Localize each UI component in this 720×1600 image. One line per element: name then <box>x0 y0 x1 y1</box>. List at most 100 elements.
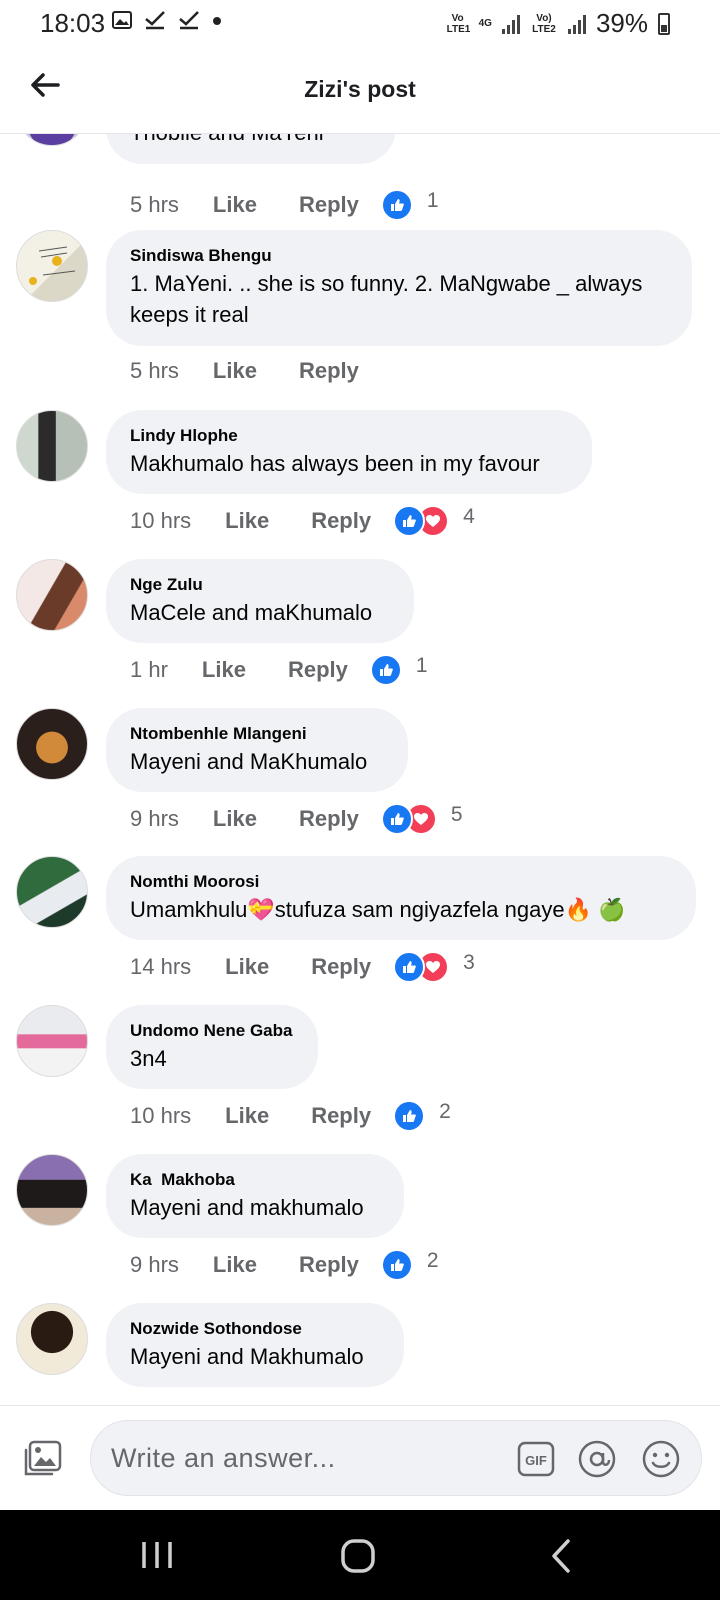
page-title: Zizi's post <box>304 76 416 102</box>
reply-button[interactable]: Reply <box>299 192 359 218</box>
like-button[interactable]: Like <box>213 358 257 384</box>
comment-actions: 14 hrs Like Reply 3 <box>130 951 475 983</box>
avatar[interactable] <box>16 1154 88 1226</box>
reaction-count: 5 <box>450 803 463 826</box>
status-time: 18:03 <box>40 8 106 38</box>
gif-icon[interactable]: GIF <box>517 1441 555 1477</box>
signal-bars-icon <box>501 14 520 34</box>
comment-bubble: Nomthi Moorosi Umamkhulu💝stufuza sam ngi… <box>106 856 696 940</box>
like-button[interactable]: Like <box>225 954 269 980</box>
avatar[interactable] <box>16 230 88 302</box>
home-icon[interactable] <box>340 1538 376 1574</box>
comment-time: 10 hrs <box>130 1103 192 1128</box>
comment-text: Thobile and MaYeni <box>130 134 324 148</box>
reply-button[interactable]: Reply <box>299 1252 359 1278</box>
reaction-count: 1 <box>426 189 439 212</box>
commenter-name[interactable]: Undomo Nene Gaba <box>130 1019 294 1043</box>
system-navigation-bar <box>0 1510 720 1600</box>
reply-button[interactable]: Reply <box>299 358 359 384</box>
like-button[interactable]: Like <box>213 1252 257 1278</box>
commenter-name[interactable]: Ntombenhle Mlangeni <box>130 722 384 746</box>
reaction-summary[interactable]: 1 <box>380 189 439 221</box>
thumbs-up-icon <box>369 654 402 686</box>
comment-time: 9 hrs <box>130 1252 179 1277</box>
comment-text: 3n4 <box>130 1046 167 1071</box>
thumbs-up-icon <box>393 505 426 537</box>
commenter-name[interactable]: Nozwide Sothondose <box>130 1317 380 1341</box>
comment-text: 1. MaYeni. .. she is so funny. 2. MaNgwa… <box>130 271 643 327</box>
status-right: Vo LTE1 4G Vo) LTE2 39% <box>447 8 670 39</box>
comment-actions: 9 hrs Like Reply 5 <box>130 803 463 835</box>
sim2-label: Vo) LTE2 <box>532 12 556 35</box>
reply-button[interactable]: Reply <box>311 508 371 534</box>
recent-apps-icon[interactable] <box>140 1540 174 1570</box>
comment-bubble: Thobile and MaYeni <box>106 134 396 164</box>
comment-actions: 10 hrs Like Reply 4 <box>130 505 475 537</box>
check-icon <box>179 11 199 30</box>
thumbs-up-icon <box>393 1100 426 1132</box>
reaction-summary[interactable]: 4 <box>393 505 475 537</box>
avatar[interactable] <box>16 1005 88 1077</box>
thumbs-up-icon <box>393 951 426 983</box>
reaction-count: 4 <box>463 505 475 528</box>
comment-time: 10 hrs <box>130 508 192 533</box>
comment-bubble: Ka Makhoba Mayeni and makhumalo <box>106 1154 404 1238</box>
comment-text: Mayeni and MaKhumalo <box>130 749 368 774</box>
svg-text:GIF: GIF <box>525 1453 547 1468</box>
reaction-summary[interactable]: 2 <box>393 1100 451 1132</box>
commenter-name[interactable]: Nomthi Moorosi <box>130 870 672 894</box>
reaction-summary[interactable]: 2 <box>380 1249 439 1281</box>
notification-icons <box>112 10 222 30</box>
gallery-icon <box>112 11 132 29</box>
reply-button[interactable]: Reply <box>288 657 348 683</box>
reply-button[interactable]: Reply <box>299 806 359 832</box>
commenter-name[interactable]: Lindy Hlophe <box>130 424 568 448</box>
reaction-count: 3 <box>463 951 475 974</box>
thumbs-up-icon <box>380 803 413 835</box>
avatar[interactable] <box>16 134 88 146</box>
reply-button[interactable]: Reply <box>311 1103 371 1129</box>
reaction-count: 1 <box>415 654 428 677</box>
avatar[interactable] <box>16 559 88 631</box>
photo-icon[interactable] <box>24 1440 62 1478</box>
reaction-summary[interactable]: 1 <box>369 654 428 686</box>
avatar[interactable] <box>16 1303 88 1375</box>
commenter-name[interactable]: Sindiswa Bhengu <box>130 244 668 268</box>
like-button[interactable]: Like <box>213 192 257 218</box>
comment-time: 14 hrs <box>130 954 192 979</box>
comment-text: MaCele and maKhumalo <box>130 600 373 625</box>
avatar[interactable] <box>16 410 88 482</box>
at-mention-icon[interactable] <box>577 1439 617 1479</box>
battery-icon <box>658 12 670 35</box>
reply-button[interactable]: Reply <box>311 954 371 980</box>
like-button[interactable]: Like <box>213 806 257 832</box>
emoji-icon[interactable] <box>641 1439 681 1479</box>
comment-time: 9 hrs <box>130 806 179 831</box>
reaction-summary[interactable]: 5 <box>380 803 463 835</box>
like-button[interactable]: Like <box>225 508 269 534</box>
comment-actions: 9 hrs Like Reply 2 <box>130 1249 439 1281</box>
comment-actions: 10 hrs Like Reply 2 <box>130 1100 451 1132</box>
commenter-name[interactable]: Nge Zulu <box>130 573 390 597</box>
network-type: 4G <box>478 18 492 29</box>
comment-time: 5 hrs <box>130 192 179 217</box>
check-icon <box>145 11 165 30</box>
back-icon[interactable] <box>550 1538 572 1574</box>
reaction-summary[interactable]: 3 <box>393 951 475 983</box>
avatar[interactable] <box>16 708 88 780</box>
thumbs-up-icon <box>380 1249 413 1281</box>
comment-text: Umamkhulu💝stufuza sam ngiyazfela ngaye🔥 … <box>130 897 626 922</box>
comment-actions: 5 hrs Like Reply <box>130 356 359 386</box>
comment-time: 5 hrs <box>130 358 179 383</box>
comment-text: Mayeni and Makhumalo <box>130 1344 364 1369</box>
signal-bars-icon <box>567 14 586 34</box>
like-button[interactable]: Like <box>202 657 246 683</box>
reaction-count: 2 <box>439 1100 451 1123</box>
commenter-name[interactable]: Ka Makhoba <box>130 1168 380 1192</box>
avatar[interactable] <box>16 856 88 928</box>
comment-time: 1 hr <box>130 657 168 682</box>
like-button[interactable]: Like <box>225 1103 269 1129</box>
answer-input[interactable]: Write an answer... GIF <box>90 1420 702 1496</box>
battery-percent: 39% <box>595 8 648 38</box>
comment-text: Mayeni and makhumalo <box>130 1195 364 1220</box>
